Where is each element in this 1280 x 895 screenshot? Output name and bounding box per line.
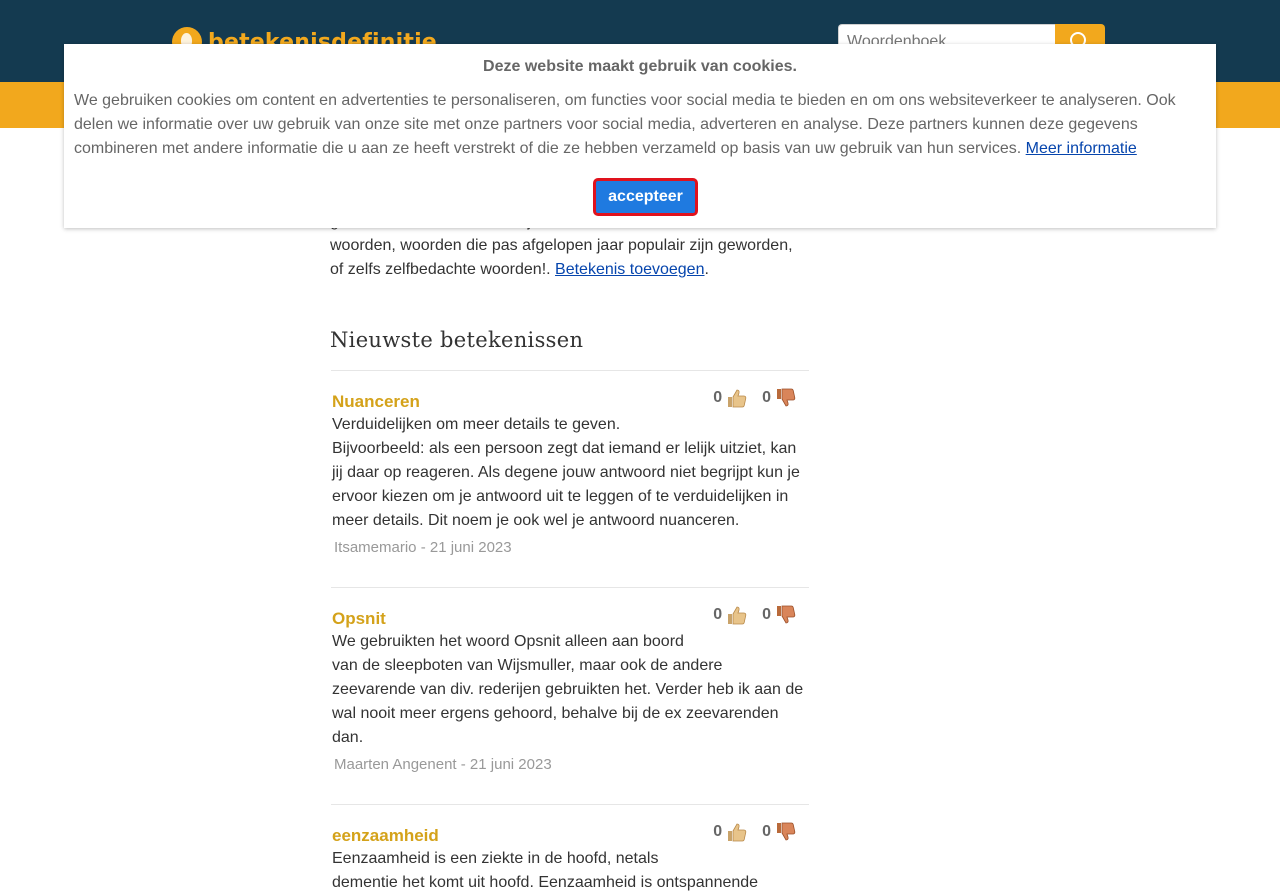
upvote-count: 0 <box>713 606 723 623</box>
section-title: Nieuwste betekenissen <box>330 328 584 352</box>
list-item: Nuanceren 0 0 Verduidelijken om meer det… <box>331 370 809 588</box>
thumbs-down-icon <box>777 605 796 624</box>
downvote-count: 0 <box>762 823 771 840</box>
more-info-link[interactable]: Meer informatie <box>1026 140 1137 157</box>
entry-description: Eenzaamheid is een ziekte in de hoofd, n… <box>332 850 759 891</box>
thumbs-down-icon <box>777 388 796 407</box>
entry-author-date: Maarten Angenent - 21 juni 2023 <box>334 756 552 773</box>
vote-controls: 0 0 <box>713 821 797 843</box>
list-item: Opsnit 0 0 We gebruikten het woord Opsni… <box>331 587 809 805</box>
upvote-button[interactable]: 0 <box>713 387 748 409</box>
entry-word-link[interactable]: eenzaamheid <box>332 826 439 846</box>
thumbs-up-icon <box>728 823 747 842</box>
thumbs-up-icon <box>728 389 747 408</box>
cookie-consent-banner: Deze website maakt gebruik van cookies. … <box>64 44 1216 228</box>
entry-description: Verduidelijken om meer details te geven.… <box>332 416 800 529</box>
entry-author-date: Itsamemario - 21 juni 2023 <box>334 539 512 556</box>
cookie-title: Deze website maakt gebruik van cookies. <box>483 58 797 75</box>
downvote-button[interactable]: 0 <box>762 604 797 626</box>
downvote-count: 0 <box>762 606 771 623</box>
intro-suffix: . <box>704 261 709 278</box>
upvote-count: 0 <box>713 389 723 406</box>
accept-cookies-button[interactable]: accepteer <box>593 178 698 216</box>
upvote-button[interactable]: 0 <box>713 821 748 843</box>
downvote-button[interactable]: 0 <box>762 387 797 409</box>
list-item: eenzaamheid 0 0 Eenzaamheid is een ziekt… <box>331 804 809 891</box>
thumbs-up-icon <box>728 606 747 625</box>
vote-controls: 0 0 <box>713 604 797 626</box>
entry-word-link[interactable]: Opsnit <box>332 609 386 629</box>
entry-word-link[interactable]: Nuanceren <box>332 392 420 412</box>
downvote-count: 0 <box>762 389 771 406</box>
upvote-button[interactable]: 0 <box>713 604 748 626</box>
downvote-button[interactable]: 0 <box>762 821 797 843</box>
upvote-count: 0 <box>713 823 723 840</box>
vote-controls: 0 0 <box>713 387 797 409</box>
thumbs-down-icon <box>777 822 796 841</box>
add-meaning-link[interactable]: Betekenis toevoegen <box>555 261 704 278</box>
cookie-body: We gebruiken cookies om content en adver… <box>74 92 1176 157</box>
entry-description: We gebruikten het woord Opsnit alleen aa… <box>332 633 804 746</box>
cookie-text: We gebruiken cookies om content en adver… <box>74 89 1199 161</box>
